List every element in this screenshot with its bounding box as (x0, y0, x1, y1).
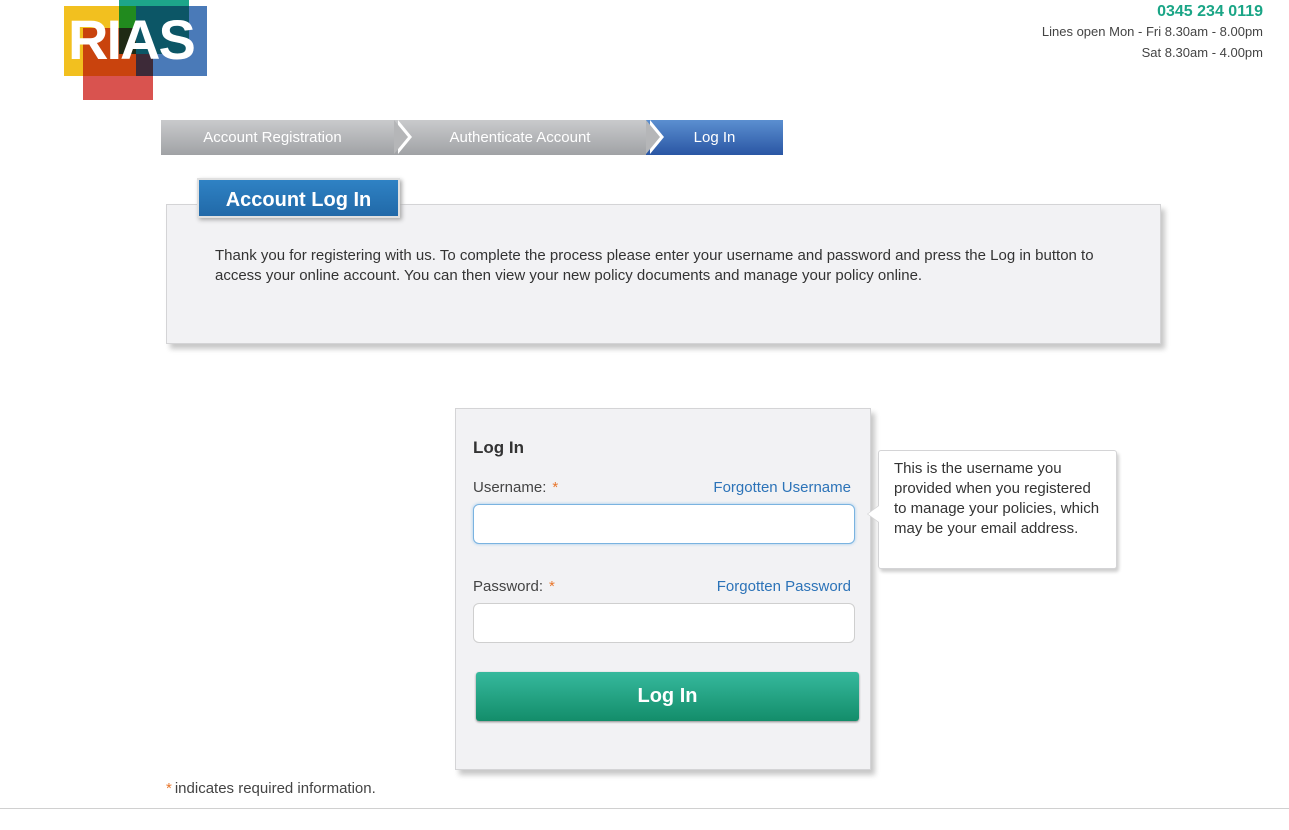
password-label-text: Password: (473, 578, 544, 595)
hours-weekday: Lines open Mon - Fri 8.30am - 8.00pm (1041, 24, 1263, 39)
username-input[interactable] (473, 504, 855, 544)
step-label: Account Registration (203, 129, 342, 146)
username-label: Username: * (473, 479, 558, 496)
password-label: Password: * (473, 578, 555, 595)
chevron-right-icon (646, 120, 660, 154)
info-panel: Thank you for registering with us. To co… (166, 204, 1161, 344)
login-panel: Log In Username: * Forgotten Username Pas… (455, 408, 871, 770)
forgotten-username-link[interactable]: Forgotten Username (713, 479, 851, 496)
rias-logo[interactable]: RIAS (64, 0, 208, 100)
password-input[interactable] (473, 603, 855, 643)
step-log-in: Log In (646, 120, 783, 155)
required-marker: * (552, 479, 559, 496)
phone-number: 0345 234 0119 (1157, 3, 1263, 20)
step-account-registration: Account Registration (161, 120, 412, 155)
required-footnote: * indicates required information. (166, 780, 376, 797)
tooltip-text: This is the username you provided when y… (894, 460, 1100, 537)
contact-info: 0345 234 0119 Lines open Mon - Fri 8.30a… (1042, 3, 1263, 63)
required-marker: * (166, 780, 172, 797)
username-help-tooltip: This is the username you provided when y… (867, 450, 1117, 569)
progress-steps: Account Registration Authenticate Accoun… (161, 120, 783, 155)
log-in-button[interactable]: Log In (476, 672, 859, 721)
page-title: Account Log In (197, 178, 400, 218)
step-label: Log In (693, 129, 736, 146)
chevron-right-icon (394, 120, 408, 154)
step-authenticate-account: Authenticate Account (394, 120, 664, 155)
footer-divider (0, 808, 1289, 809)
tooltip-arrow-icon (867, 505, 879, 523)
required-marker: * (549, 578, 555, 595)
forgotten-password-link[interactable]: Forgotten Password (717, 578, 851, 595)
hours-saturday: Sat 8.30am - 4.00pm (1141, 45, 1263, 60)
login-heading: Log In (473, 438, 524, 457)
logo-red-square (83, 76, 153, 100)
username-label-text: Username: (473, 479, 547, 496)
info-text: Thank you for registering with us. To co… (215, 247, 1094, 284)
step-label: Authenticate Account (449, 129, 591, 146)
logo-text: RIAS (68, 8, 196, 71)
footnote-text: indicates required information. (174, 780, 376, 797)
